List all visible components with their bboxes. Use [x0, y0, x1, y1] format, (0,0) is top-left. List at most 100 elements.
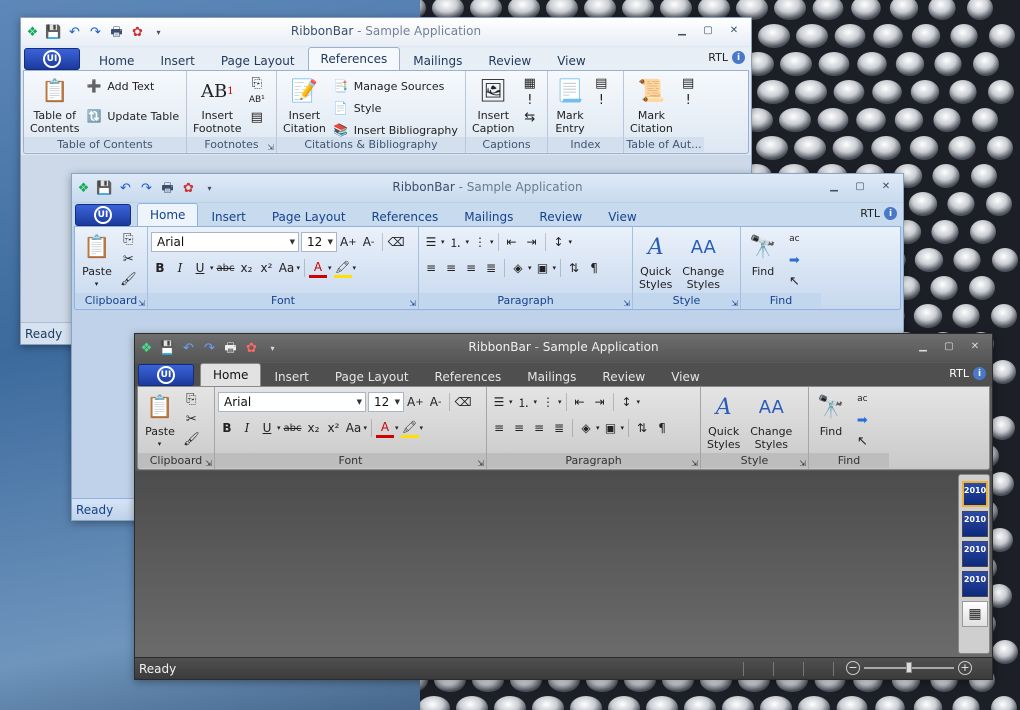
undo-icon[interactable]: ↶: [180, 340, 197, 357]
change-styles-button[interactable]: AA Change Styles: [750, 391, 792, 451]
bullets-icon[interactable]: ☰: [490, 392, 508, 412]
redo-icon[interactable]: ↷: [201, 340, 218, 357]
tab-home[interactable]: Home: [200, 363, 262, 387]
chevron-down-icon[interactable]: ▾: [353, 264, 357, 272]
shading-icon[interactable]: ◈: [509, 258, 527, 278]
align-right-icon[interactable]: ≡: [462, 258, 480, 278]
change-case-icon[interactable]: Aa: [278, 258, 296, 278]
zoom-out-icon[interactable]: −: [846, 661, 860, 675]
chevron-down-icon[interactable]: ▾: [364, 424, 368, 432]
chevron-down-icon[interactable]: ▾: [534, 398, 538, 406]
chevron-down-icon[interactable]: ▾: [328, 264, 332, 272]
dialog-launcher-icon[interactable]: ⇲: [799, 456, 806, 471]
italic-icon[interactable]: I: [171, 258, 189, 278]
ribbon-icon[interactable]: ✿: [129, 24, 146, 41]
chevron-down-icon[interactable]: ▾: [637, 398, 641, 406]
bullets-icon[interactable]: ☰: [422, 232, 440, 252]
chevron-down-icon[interactable]: ▾: [528, 264, 532, 272]
info-icon[interactable]: i: [973, 367, 986, 380]
tab-home[interactable]: Home: [86, 49, 147, 71]
grow-font-icon[interactable]: A +: [406, 392, 425, 412]
tab-insert[interactable]: Insert: [261, 365, 321, 387]
align-center-icon[interactable]: ≡: [510, 418, 528, 438]
update-toa-icon[interactable]: !: [680, 92, 697, 109]
borders-icon[interactable]: ▣: [602, 418, 620, 438]
mark-entry-button[interactable]: 📃 Mark Entry: [554, 75, 586, 135]
replace-icon[interactable]: ac: [786, 231, 803, 248]
decrease-indent-icon[interactable]: ⇤: [503, 232, 521, 252]
application-button[interactable]: UI: [138, 364, 194, 386]
tab-references[interactable]: References: [422, 365, 515, 387]
font-size-combo[interactable]: 12 ▼: [368, 392, 404, 412]
save-icon[interactable]: 💾: [96, 180, 113, 197]
tab-mailings[interactable]: Mailings: [451, 205, 526, 227]
align-right-icon[interactable]: ≡: [530, 418, 548, 438]
font-color-icon[interactable]: A: [309, 258, 328, 278]
change-styles-button[interactable]: AA Change Styles: [682, 231, 724, 291]
cut-icon[interactable]: ✂: [183, 411, 200, 428]
document-area[interactable]: [135, 471, 992, 657]
ribbon-icon[interactable]: ✿: [243, 340, 260, 357]
insert-caption-button[interactable]: 🖼 Insert Caption: [472, 75, 514, 135]
change-case-icon[interactable]: Aa: [345, 418, 363, 438]
style-2010-silver[interactable]: 2010: [962, 511, 988, 537]
zoom-in-icon[interactable]: +: [958, 661, 972, 675]
line-spacing-icon[interactable]: ↕: [550, 232, 568, 252]
align-left-icon[interactable]: ≡: [422, 258, 440, 278]
ribbon-icon[interactable]: ✿: [180, 180, 197, 197]
tab-page-layout[interactable]: Page Layout: [259, 205, 359, 227]
bold-icon[interactable]: B: [218, 418, 236, 438]
minimize-icon[interactable]: ▁: [912, 338, 934, 354]
rtl-toggle[interactable]: RTL i: [708, 51, 745, 64]
font-name-combo[interactable]: Arial ▼: [218, 392, 366, 412]
align-left-icon[interactable]: ≡: [490, 418, 508, 438]
minimize-icon[interactable]: ▁: [671, 22, 693, 38]
mark-citation-button[interactable]: 📜 Mark Citation: [630, 75, 673, 135]
grow-font-icon[interactable]: A +: [339, 232, 358, 252]
info-icon[interactable]: i: [884, 207, 897, 220]
tab-insert[interactable]: Insert: [147, 49, 207, 71]
dialog-launcher-icon[interactable]: ⇲: [477, 456, 484, 471]
redo-icon[interactable]: ↷: [87, 24, 104, 41]
zoom-slider-thumb[interactable]: [906, 662, 912, 673]
insert-footnote-button[interactable]: AB 1 Insert Footnote: [193, 75, 242, 135]
office-logo-icon[interactable]: ▦: [962, 601, 988, 627]
increase-indent-icon[interactable]: ⇥: [523, 232, 541, 252]
maximize-icon[interactable]: ▢: [938, 338, 960, 354]
shading-icon[interactable]: ◈: [577, 418, 595, 438]
customize-icon[interactable]: ▾: [264, 340, 281, 357]
app-icon[interactable]: ❖: [138, 340, 155, 357]
close-icon[interactable]: ✕: [964, 338, 986, 354]
rtl-toggle[interactable]: RTL i: [949, 367, 986, 380]
style-2010-blue[interactable]: 2010: [962, 481, 988, 507]
chevron-down-icon[interactable]: ▾: [277, 424, 281, 432]
application-button[interactable]: UI: [24, 48, 80, 70]
paste-button[interactable]: 📋 Paste ▾: [81, 231, 113, 291]
dialog-launcher-icon[interactable]: ⇲: [731, 296, 738, 311]
app-icon[interactable]: ❖: [24, 24, 41, 41]
update-table-figures-icon[interactable]: !: [521, 92, 538, 109]
shrink-font-icon[interactable]: A-: [427, 392, 445, 412]
show-marks-icon[interactable]: ¶: [585, 258, 603, 278]
shrink-font-icon[interactable]: A-: [360, 232, 378, 252]
maximize-icon[interactable]: ▢: [697, 22, 719, 38]
clear-formatting-icon[interactable]: ⌫: [387, 232, 406, 252]
select-cursor-icon[interactable]: ↖: [786, 273, 803, 290]
save-icon[interactable]: 💾: [159, 340, 176, 357]
chevron-down-icon[interactable]: ▾: [210, 264, 214, 272]
highlight-icon[interactable]: 🖍: [333, 258, 352, 278]
next-footnote-icon[interactable]: AB¹: [248, 92, 265, 109]
redo-icon[interactable]: ↷: [138, 180, 155, 197]
superscript-icon[interactable]: x²: [325, 418, 343, 438]
numbering-icon[interactable]: ⒈: [515, 392, 533, 412]
strikethrough-icon[interactable]: abc: [216, 258, 236, 278]
print-icon[interactable]: 🖶: [222, 340, 239, 357]
dialog-launcher-icon[interactable]: ⇲: [691, 456, 698, 471]
dialog-launcher-icon[interactable]: ⇲: [205, 456, 212, 471]
chevron-down-icon[interactable]: ▾: [569, 238, 573, 246]
tab-page-layout[interactable]: Page Layout: [208, 49, 308, 71]
borders-icon[interactable]: ▣: [534, 258, 552, 278]
dialog-launcher-icon[interactable]: ⇲: [409, 296, 416, 311]
close-icon[interactable]: ✕: [723, 22, 745, 38]
application-button[interactable]: UI: [75, 204, 131, 226]
